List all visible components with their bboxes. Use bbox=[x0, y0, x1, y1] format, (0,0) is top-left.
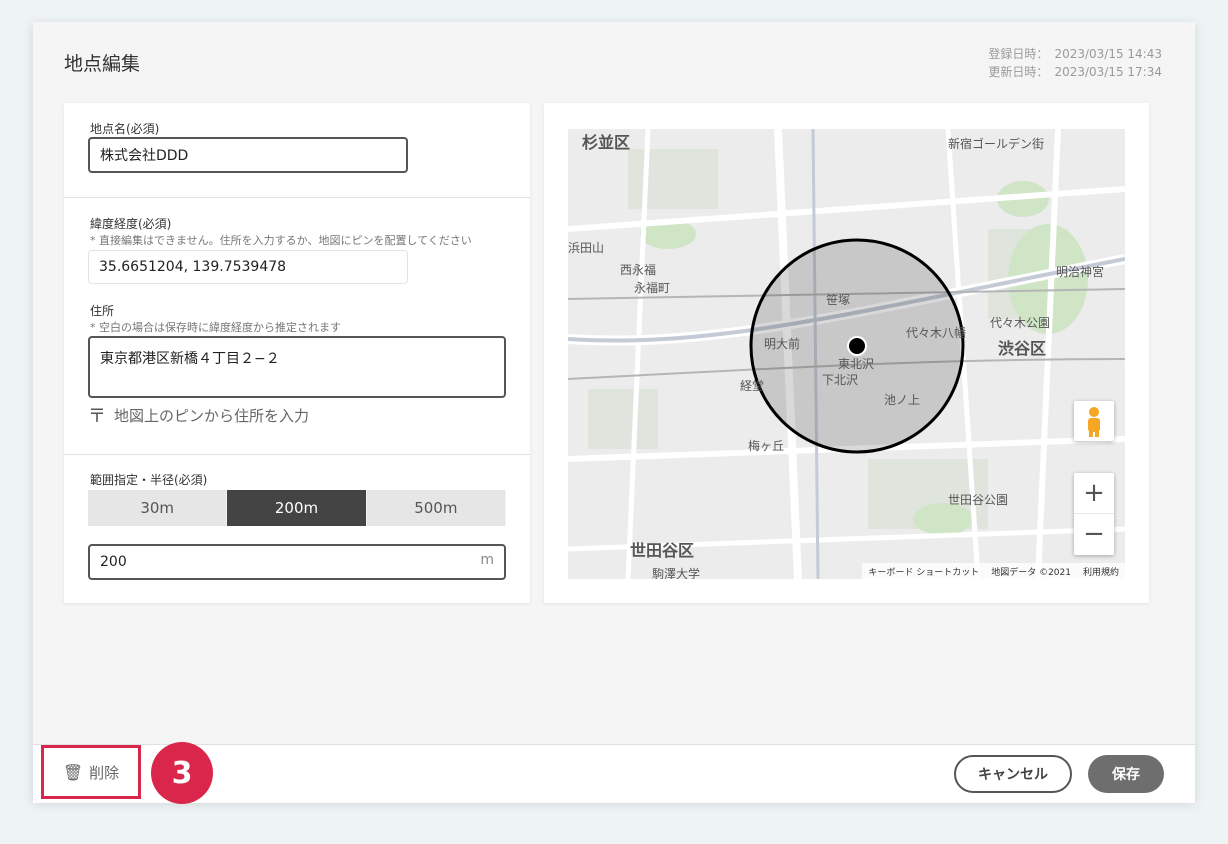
map-card: 杉並区 渋谷区 世田谷区 新宿ゴールデン街 東北沢 下北沢 笹塚 代々木八幡 代… bbox=[544, 103, 1149, 603]
map-label-umegaoka: 梅ヶ丘 bbox=[748, 439, 785, 453]
map-label-sasazuka: 笹塚 bbox=[826, 293, 851, 307]
map-label-suginami: 杉並区 bbox=[582, 133, 631, 152]
range-option-30m[interactable]: 30m bbox=[88, 490, 228, 526]
pin-to-address-link[interactable]: 〒 地図上のピンから住所を入力 bbox=[88, 402, 309, 428]
zoom-in-button[interactable]: + bbox=[1074, 473, 1114, 514]
map-label-ikenoue: 池ノ上 bbox=[884, 393, 921, 407]
map-label-shimokitazawa: 下北沢 bbox=[822, 373, 859, 387]
range-label: 範囲指定・半径(必須) bbox=[90, 473, 208, 487]
pegman-icon bbox=[1088, 407, 1100, 437]
map-label-kyodo: 経堂 bbox=[740, 379, 765, 393]
map-label-yoyogi-park: 代々木公園 bbox=[990, 316, 1051, 330]
delete-button[interactable]: 🗑 削除 bbox=[41, 745, 141, 799]
street-view-pegman[interactable] bbox=[1074, 401, 1114, 441]
edit-location-window: 地点編集 登録日時： 2023/03/15 14:43 更新日時： 2023/03/… bbox=[33, 22, 1195, 804]
radius-input[interactable] bbox=[88, 544, 506, 580]
map-label-higashi-kitazawa: 東北沢 bbox=[838, 357, 875, 371]
map-attribution: キーボード ショートカット 地図データ ©2021 利用規約 bbox=[862, 563, 1125, 579]
latlng-label: 緯度経度(必須) bbox=[90, 217, 172, 231]
map-label-hamadayama: 浜田山 bbox=[568, 241, 605, 255]
address-input[interactable]: 東京都港区新橋４丁目２−２ bbox=[88, 336, 506, 398]
page-title: 地点編集 bbox=[64, 53, 141, 75]
keyboard-shortcuts-link[interactable]: キーボード ショートカット bbox=[868, 565, 979, 578]
map-label-shinjuku-golden: 新宿ゴールデン街 bbox=[948, 137, 1045, 151]
location-form: 地点名(必須) 緯度経度(必須) * 直接編集はできません。住所を入力するか、地… bbox=[64, 103, 530, 603]
map-label-meiji-jingu: 明治神宮 bbox=[1056, 265, 1105, 279]
address-note: * 空白の場合は保存時に緯度経度から推定されます bbox=[90, 321, 341, 334]
pin-to-address-label: 地図上のピンから住所を入力 bbox=[114, 406, 310, 425]
terms-link[interactable]: 利用規約 bbox=[1083, 565, 1119, 578]
latlng-field bbox=[88, 250, 408, 284]
cancel-button[interactable]: キャンセル bbox=[954, 755, 1072, 793]
location-section: 緯度経度(必須) * 直接編集はできません。住所を入力するか、地図にピンを配置し… bbox=[64, 198, 530, 455]
map-label-nishi-eifuku: 西永福 bbox=[620, 263, 657, 277]
updated-label: 更新日時： bbox=[988, 65, 1049, 79]
save-button[interactable]: 保存 bbox=[1088, 755, 1164, 793]
map-label-shibuya: 渋谷区 bbox=[998, 339, 1047, 358]
range-section: 範囲指定・半径(必須) 30m 200m 500m m bbox=[64, 455, 530, 603]
map-label-yoyogi-hachiman: 代々木八幡 bbox=[906, 326, 967, 340]
map-view[interactable]: 杉並区 渋谷区 世田谷区 新宿ゴールデン街 東北沢 下北沢 笹塚 代々木八幡 代… bbox=[568, 129, 1125, 579]
zoom-controls: + − bbox=[1074, 473, 1114, 555]
map-label-meidaimae: 明大前 bbox=[764, 337, 801, 351]
created-value: 2023/03/15 14:43 bbox=[1054, 47, 1162, 61]
trash-icon: 🗑 bbox=[62, 762, 84, 782]
name-section: 地点名(必須) bbox=[64, 103, 530, 198]
updated-value: 2023/03/15 17:34 bbox=[1054, 65, 1162, 79]
latlng-note: * 直接編集はできません。住所を入力するか、地図にピンを配置してください bbox=[90, 234, 472, 247]
footer-bar: 🗑 削除 3 キャンセル 保存 bbox=[33, 742, 1195, 804]
map-label-setagaya-park: 世田谷公園 bbox=[948, 493, 1009, 507]
range-segmented-control: 30m 200m 500m bbox=[88, 490, 506, 526]
range-option-500m[interactable]: 500m bbox=[366, 490, 506, 526]
timestamps: 登録日時： 2023/03/15 14:43 更新日時： 2023/03/15 17… bbox=[988, 45, 1162, 81]
map-label-komazawa: 駒澤大学 bbox=[652, 567, 701, 579]
step-badge: 3 bbox=[151, 742, 213, 804]
name-input[interactable] bbox=[88, 137, 408, 173]
radius-unit: m bbox=[480, 552, 494, 568]
map-data-credit: 地図データ ©2021 bbox=[991, 567, 1071, 578]
range-option-200m[interactable]: 200m bbox=[227, 490, 367, 526]
address-label: 住所 bbox=[90, 304, 115, 318]
created-label: 登録日時： bbox=[988, 47, 1049, 61]
delete-label: 削除 bbox=[89, 763, 120, 782]
pin-to-address-icon: 〒 bbox=[88, 406, 106, 427]
map-label-eifukucho: 永福町 bbox=[634, 281, 671, 295]
map-label-setagaya: 世田谷区 bbox=[630, 541, 695, 560]
name-label: 地点名(必須) bbox=[90, 122, 160, 136]
zoom-out-button[interactable]: − bbox=[1074, 514, 1114, 554]
